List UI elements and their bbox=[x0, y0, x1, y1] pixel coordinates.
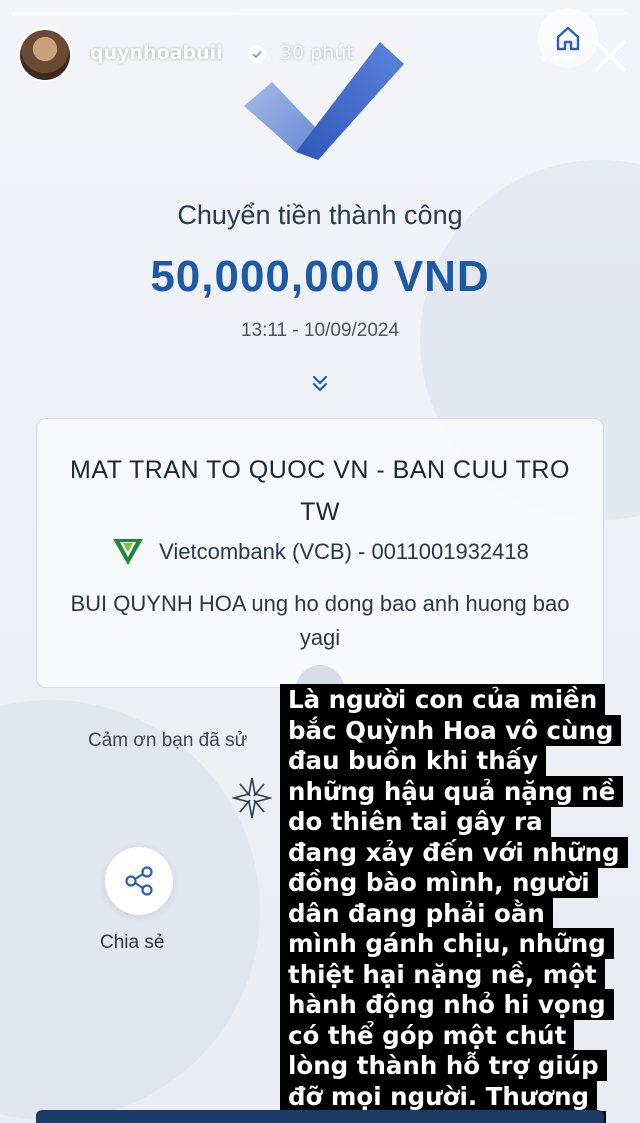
chevron-double-down-icon[interactable] bbox=[309, 372, 331, 394]
more-icon[interactable] bbox=[538, 54, 574, 62]
story-progress-track bbox=[12, 12, 628, 15]
transfer-message: BUI QUYNH HOA ung ho dong bao anh huong … bbox=[70, 591, 570, 650]
avatar[interactable] bbox=[18, 28, 72, 82]
thanks-text: Cảm ơn bạn đã sử bbox=[88, 730, 248, 751]
story-caption: Là người con của miền bắc Quỳnh Hoa vô c… bbox=[280, 684, 628, 1123]
post-time: 30 phút bbox=[280, 42, 354, 64]
verified-badge-icon bbox=[248, 45, 266, 63]
story-header: quynhoabuii 30 phút bbox=[18, 8, 628, 84]
story-progress-fill bbox=[12, 12, 240, 15]
recipient-card: MAT TRAN TO QUOC VN - BAN CUU TRO TW Vie… bbox=[36, 418, 604, 688]
bottom-action-bar[interactable] bbox=[36, 1110, 604, 1123]
share-icon bbox=[125, 866, 153, 896]
vietcombank-logo-icon bbox=[113, 539, 144, 566]
transfer-datetime: 13:11 - 10/09/2024 bbox=[240, 320, 400, 341]
caption-text: Là người con của miền bắc Quỳnh Hoa vô c… bbox=[280, 684, 628, 1123]
transfer-amount: 50,000,000 VND bbox=[150, 252, 490, 301]
bank-account: Vietcombank (VCB) - 0011001932418 bbox=[159, 539, 529, 564]
bank-account-row: Vietcombank (VCB) - 0011001932418 bbox=[37, 539, 603, 567]
transfer-status-title: Chuyển tiền thành công bbox=[177, 200, 463, 230]
sparkle-icon bbox=[232, 777, 272, 819]
share-label: Chia sẻ bbox=[100, 932, 165, 953]
close-icon[interactable] bbox=[592, 38, 628, 74]
recipient-name: MAT TRAN TO QUOC VN - BAN CUU TRO TW bbox=[70, 456, 570, 526]
home-icon bbox=[556, 26, 580, 51]
username[interactable]: quynhoabuii bbox=[90, 42, 223, 64]
share-button[interactable] bbox=[105, 847, 173, 915]
